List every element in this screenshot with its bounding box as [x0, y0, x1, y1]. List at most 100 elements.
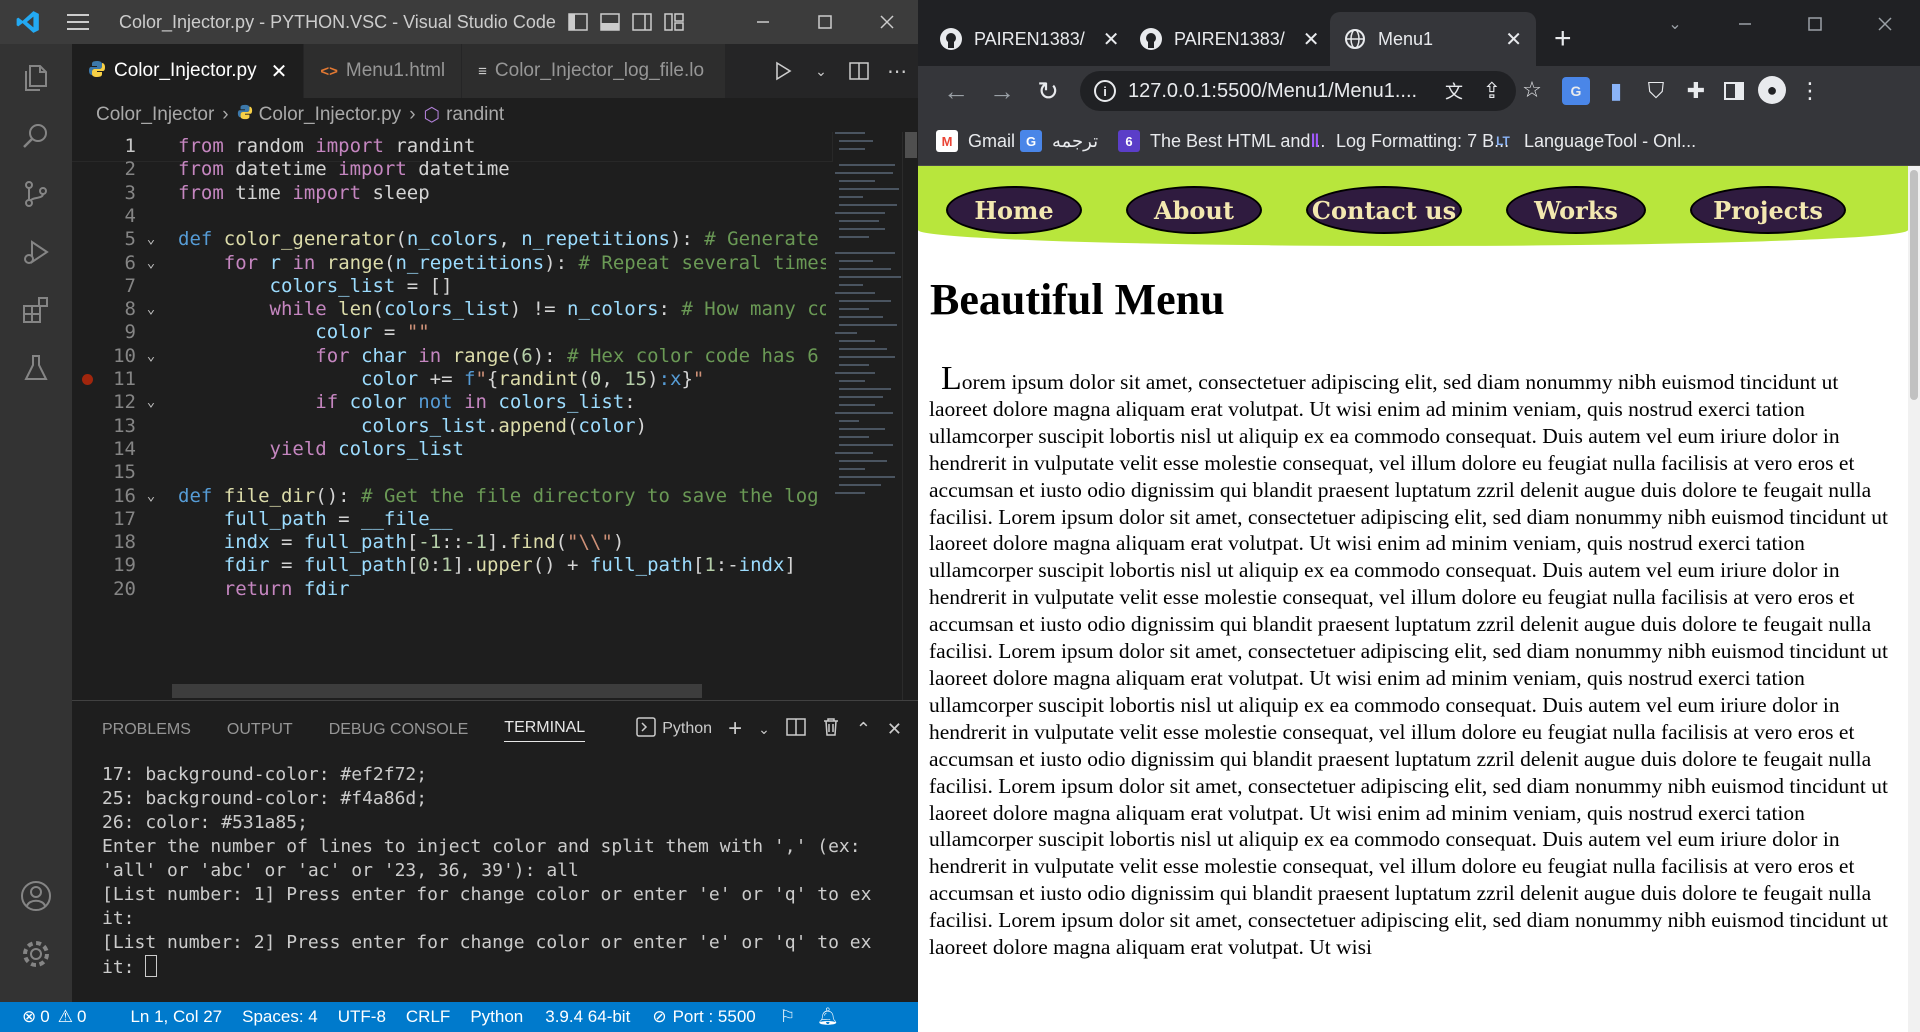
split-editor-icon[interactable]: [846, 58, 872, 84]
maximize-panel-chevron-up-icon[interactable]: ⌃: [856, 719, 871, 740]
profile-avatar-icon[interactable]: ●: [1758, 76, 1786, 104]
shield-extension-icon[interactable]: ⛉: [1642, 77, 1670, 105]
explorer-icon[interactable]: [12, 54, 60, 102]
minimap-line: [835, 212, 885, 214]
terminal-output[interactable]: 17: background-color: #ef2f72; 25: backg…: [102, 763, 902, 980]
chrome-menu-icon[interactable]: ⋮: [1796, 77, 1824, 105]
tab-problems[interactable]: PROBLEMS: [102, 721, 191, 739]
encoding[interactable]: UTF-8: [338, 1007, 386, 1027]
more-actions-icon[interactable]: ⋯: [884, 58, 910, 84]
nav-works[interactable]: Works: [1506, 186, 1646, 234]
browser-tab-github-2[interactable]: PAIREN1383/ ✕: [1126, 12, 1326, 66]
chevron-down-icon[interactable]: ⌄: [808, 58, 834, 84]
code-line[interactable]: 20 return fdir: [72, 575, 832, 604]
testing-flask-icon[interactable]: [12, 344, 60, 392]
chevron-down-icon[interactable]: ⌄: [758, 721, 770, 738]
extensions-icon[interactable]: [12, 286, 60, 334]
menu-hamburger-icon[interactable]: [56, 0, 100, 44]
terminal-profile-selector[interactable]: Python: [636, 716, 712, 742]
reload-icon[interactable]: ↻: [1032, 75, 1064, 107]
nav-home[interactable]: Home: [946, 186, 1082, 234]
share-icon[interactable]: ⇪: [1478, 77, 1506, 105]
new-tab-plus-icon[interactable]: +: [1554, 24, 1572, 54]
problems-status[interactable]: ⊗ 0 ⚠ 0: [22, 1007, 86, 1027]
python-icon: [237, 104, 253, 126]
minimap-line: [839, 260, 873, 262]
docs-extension-icon[interactable]: ▮: [1602, 77, 1630, 105]
tab-debug-console[interactable]: DEBUG CONSOLE: [329, 721, 469, 739]
trash-icon[interactable]: [822, 717, 840, 742]
tab-search-chevron-icon[interactable]: ⌄: [1640, 0, 1710, 48]
breadcrumb-folder[interactable]: Color_Injector: [96, 104, 214, 126]
accounts-icon[interactable]: [12, 872, 60, 920]
minimap-line: [839, 228, 885, 230]
bookmark-gmail[interactable]: M Gmail: [936, 128, 1015, 154]
nav-about[interactable]: About: [1126, 186, 1262, 234]
bookmark-label: Gmail: [968, 130, 1016, 151]
notifications-bell-icon[interactable]: 🔔︎: [817, 1007, 839, 1027]
maximize-icon[interactable]: [1780, 0, 1850, 48]
browser-tab-menu1[interactable]: Menu1 ✕: [1330, 12, 1536, 66]
bookmark-translate[interactable]: G ترجمه: [1020, 128, 1098, 154]
close-window-icon[interactable]: [856, 0, 918, 44]
minimap-line: [839, 460, 887, 462]
customize-layout-icon[interactable]: [662, 10, 686, 34]
tab-menu1-html[interactable]: <> Menu1.html: [304, 44, 463, 98]
toggle-secondary-sidebar-icon[interactable]: [630, 10, 654, 34]
editor-vertical-scrollbar[interactable]: [902, 132, 917, 700]
close-tab-icon[interactable]: ✕: [1303, 27, 1320, 52]
source-control-icon[interactable]: [12, 170, 60, 218]
python-interpreter[interactable]: 3.9.4 64-bit: [545, 1007, 630, 1027]
bookmark-languagetool[interactable]: LT LanguageTool - Onl...: [1492, 128, 1696, 154]
code-editor[interactable]: 1 from random import randint 2 from datetim…: [72, 132, 918, 700]
run-python-file-icon[interactable]: [770, 58, 796, 84]
side-panel-icon[interactable]: [1720, 77, 1748, 105]
breadcrumb-symbol[interactable]: randint: [446, 104, 504, 126]
forward-arrow-icon[interactable]: →: [986, 75, 1018, 107]
language-mode[interactable]: Python: [470, 1007, 523, 1027]
translate-page-icon[interactable]: 文: [1440, 77, 1468, 105]
live-server-port[interactable]: ⊘ Port : 5500: [652, 1007, 755, 1027]
google-translate-extension-icon[interactable]: G: [1562, 77, 1590, 105]
page-scrollbar[interactable]: [1908, 166, 1920, 1032]
minimap[interactable]: [835, 132, 901, 602]
editor-horizontal-scrollbar[interactable]: [172, 684, 702, 698]
tab-terminal[interactable]: TERMINAL: [504, 719, 586, 742]
back-arrow-icon[interactable]: ←: [940, 75, 972, 107]
tab-color-injector[interactable]: Color_Injector.py ✕: [72, 44, 305, 98]
close-tab-icon[interactable]: ✕: [1103, 27, 1120, 52]
minimize-icon[interactable]: [732, 0, 794, 44]
breakpoint-dot-icon[interactable]: [82, 374, 93, 385]
new-terminal-plus-icon[interactable]: +: [728, 715, 742, 743]
activity-bar: [0, 44, 72, 1002]
chevron-right-icon: ›: [222, 104, 229, 125]
maximize-icon[interactable]: [794, 0, 856, 44]
run-debug-icon[interactable]: [12, 228, 60, 276]
cursor-position[interactable]: Ln 1, Col 27: [130, 1007, 222, 1027]
close-window-icon[interactable]: [1850, 0, 1920, 48]
bookmark-log-formatting[interactable]: ǁ Log Formatting: 7 B...: [1304, 128, 1510, 154]
browser-tab-github-1[interactable]: PAIREN1383/ ✕: [926, 12, 1126, 66]
vscode-title-bar: Color_Injector.py - PYTHON.VSC - Visual …: [0, 0, 918, 44]
tab-log-file[interactable]: ≡ Color_Injector_log_file.lo: [462, 44, 727, 98]
settings-gear-icon[interactable]: [12, 930, 60, 978]
toggle-primary-sidebar-icon[interactable]: [566, 10, 590, 34]
site-info-icon[interactable]: i: [1094, 80, 1116, 102]
nav-projects[interactable]: Projects: [1690, 186, 1846, 234]
bookmark-star-icon[interactable]: ☆: [1518, 76, 1546, 104]
split-terminal-icon[interactable]: [786, 717, 806, 741]
close-panel-icon[interactable]: ✕: [887, 719, 902, 740]
feedback-icon[interactable]: ⚐: [780, 1007, 795, 1027]
minimize-icon[interactable]: [1710, 0, 1780, 48]
search-icon[interactable]: [12, 112, 60, 160]
breadcrumb-file[interactable]: Color_Injector.py: [259, 104, 402, 126]
extensions-puzzle-icon[interactable]: ✚: [1682, 77, 1710, 105]
toggle-panel-icon[interactable]: [598, 10, 622, 34]
tab-output[interactable]: OUTPUT: [227, 721, 293, 739]
close-tab-icon[interactable]: ✕: [1505, 27, 1522, 52]
close-tab-icon[interactable]: ✕: [271, 59, 288, 84]
line-endings[interactable]: CRLF: [406, 1007, 450, 1027]
bookmark-best-html[interactable]: 6 The Best HTML and...: [1118, 128, 1325, 154]
nav-contact-us[interactable]: Contact us: [1306, 186, 1462, 234]
indentation[interactable]: Spaces: 4: [242, 1007, 318, 1027]
